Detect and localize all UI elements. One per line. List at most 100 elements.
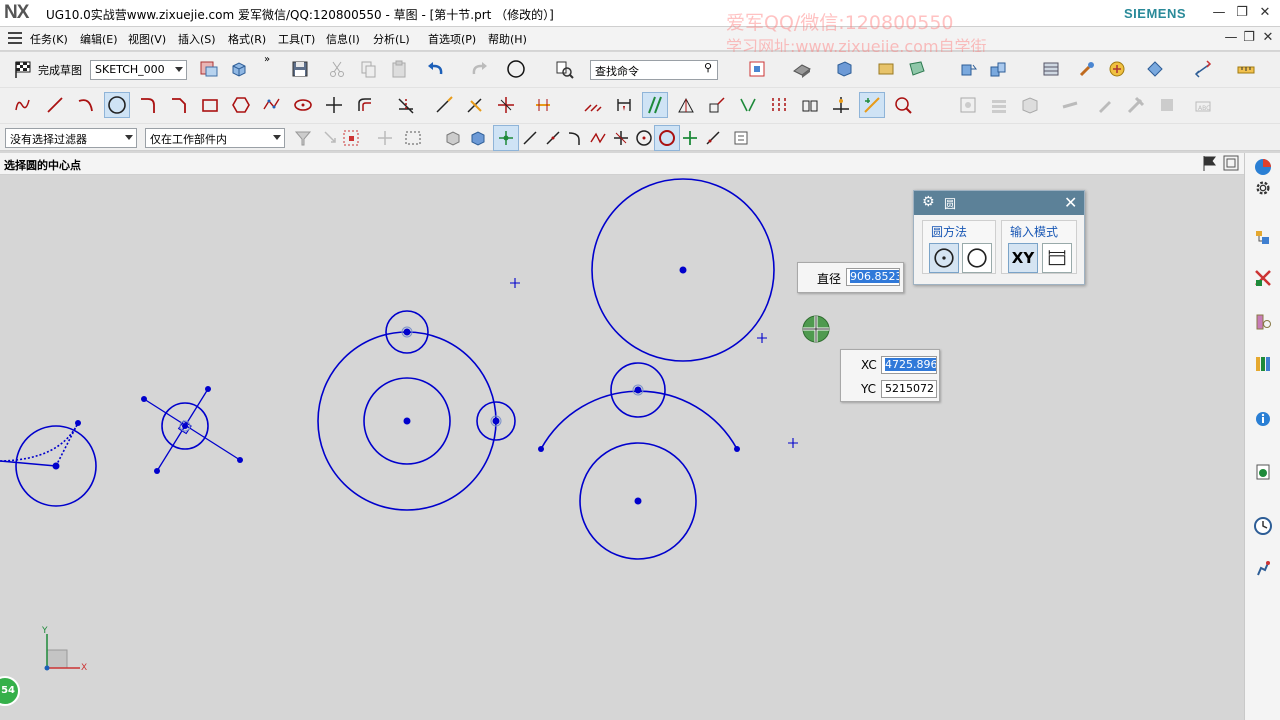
- command-search-input[interactable]: 查找命令 ⚲: [590, 60, 718, 80]
- continuous-auto-dimension-icon[interactable]: [859, 92, 885, 118]
- disabled-tool-1-icon[interactable]: [955, 92, 981, 118]
- make-corner-icon[interactable]: [462, 92, 488, 118]
- rectangle-icon[interactable]: [197, 92, 223, 118]
- yc-input[interactable]: 5215072: [881, 380, 937, 398]
- reuse-library-icon[interactable]: [1251, 352, 1275, 376]
- circle-icon[interactable]: [104, 92, 130, 118]
- inferred-constraint-icon[interactable]: [828, 92, 854, 118]
- history-icon[interactable]: [1251, 460, 1275, 484]
- rectangle-select-icon[interactable]: [400, 125, 426, 151]
- point-icon[interactable]: [321, 92, 347, 118]
- settings-icon[interactable]: [1251, 176, 1275, 200]
- alternate-solution-icon[interactable]: [797, 92, 823, 118]
- clock-icon[interactable]: [1251, 514, 1275, 538]
- diameter-input[interactable]: 906.8523: [846, 268, 900, 286]
- menu-format[interactable]: 格式(R): [228, 31, 266, 47]
- command-finder-icon[interactable]: [551, 56, 577, 82]
- disabled-tool-5-icon[interactable]: [1092, 92, 1118, 118]
- shaded-view-icon[interactable]: [789, 56, 815, 82]
- undo-icon[interactable]: [423, 56, 449, 82]
- fullscreen-icon[interactable]: [1221, 153, 1241, 173]
- menu-analysis[interactable]: 分析(L): [373, 31, 410, 47]
- pattern-curve-icon[interactable]: [580, 92, 606, 118]
- mirror-curve-icon[interactable]: [530, 92, 556, 118]
- disabled-tool-2-icon[interactable]: [986, 92, 1012, 118]
- offset-curve-icon[interactable]: [352, 92, 378, 118]
- part-navigator-icon[interactable]: [1251, 226, 1275, 250]
- dialog-close-icon[interactable]: ✕: [1064, 193, 1077, 212]
- polygon-icon[interactable]: [228, 92, 254, 118]
- gear-icon[interactable]: ⚙: [922, 194, 935, 210]
- ellipse-icon[interactable]: [290, 92, 316, 118]
- dimension-icon[interactable]: [1190, 56, 1216, 82]
- analysis-icon[interactable]: [1104, 56, 1130, 82]
- doc-close-button[interactable]: ✕: [1257, 28, 1279, 48]
- make-symmetric-icon[interactable]: [735, 92, 761, 118]
- constraint-navigator-icon[interactable]: [1251, 310, 1275, 334]
- quick-extend-icon[interactable]: [431, 92, 457, 118]
- auto-constrain-icon[interactable]: [673, 92, 699, 118]
- studio-spline-icon[interactable]: [259, 92, 285, 118]
- save-icon[interactable]: [287, 56, 313, 82]
- select-body-icon[interactable]: [440, 125, 466, 151]
- filter-settings-icon[interactable]: [290, 125, 316, 151]
- redo-icon[interactable]: [466, 56, 492, 82]
- finish-sketch-icon[interactable]: [10, 56, 36, 82]
- roles-icon[interactable]: [1251, 556, 1275, 580]
- snap-icon[interactable]: [1142, 56, 1168, 82]
- snap-point-on-curve-icon[interactable]: [700, 125, 726, 151]
- disabled-tool-4-icon[interactable]: [1057, 92, 1083, 118]
- corner-icon[interactable]: [493, 92, 519, 118]
- menu-preferences[interactable]: 首选项(P): [428, 31, 476, 47]
- dialog-header[interactable]: ⚙ 圆 ✕: [914, 191, 1084, 215]
- assembly-navigator-icon[interactable]: [1251, 266, 1275, 290]
- sketch-relations-icon[interactable]: [890, 92, 916, 118]
- disabled-tool-6-icon[interactable]: [1123, 92, 1149, 118]
- menu-task[interactable]: 任务(K): [30, 31, 68, 47]
- parameter-mode-button[interactable]: [1042, 243, 1072, 273]
- copy-icon[interactable]: [355, 56, 381, 82]
- reattach-sketch-icon[interactable]: [196, 56, 222, 82]
- assembly-icon[interactable]: [1038, 56, 1064, 82]
- type-filter-select[interactable]: 没有选择过滤器: [5, 128, 137, 148]
- menu-insert[interactable]: 插入(S): [178, 31, 216, 47]
- disabled-tool-3-icon[interactable]: [1017, 92, 1043, 118]
- rapid-dimension-icon[interactable]: [611, 92, 637, 118]
- circle-command-icon[interactable]: [503, 56, 529, 82]
- center-diameter-button[interactable]: [929, 243, 959, 273]
- menu-edit[interactable]: 编辑(E): [80, 31, 118, 47]
- paste-icon[interactable]: [386, 56, 412, 82]
- xy-mode-button[interactable]: XY: [1008, 243, 1038, 273]
- restore-button[interactable]: ❐: [1231, 3, 1253, 23]
- cut-icon[interactable]: [324, 56, 350, 82]
- deselect-icon[interactable]: [372, 125, 398, 151]
- menu-info[interactable]: 信息(I): [326, 31, 360, 47]
- render-style-icon[interactable]: [831, 56, 857, 82]
- information-icon[interactable]: [1251, 406, 1275, 430]
- orient-view-icon[interactable]: [226, 56, 252, 82]
- more-chevron-icon[interactable]: »: [264, 54, 270, 65]
- snap-surface-icon[interactable]: [728, 125, 754, 151]
- quick-trim-icon[interactable]: [393, 92, 419, 118]
- arc-icon[interactable]: [73, 92, 99, 118]
- select-face-icon[interactable]: [465, 125, 491, 151]
- menu-tools[interactable]: 工具(T): [278, 31, 315, 47]
- feature-icon[interactable]: [955, 56, 981, 82]
- finish-sketch-label[interactable]: 完成草图: [38, 62, 82, 78]
- tools-icon[interactable]: [1074, 56, 1100, 82]
- three-point-button[interactable]: [962, 243, 992, 273]
- extrude-icon[interactable]: [985, 56, 1011, 82]
- menu-help[interactable]: 帮助(H): [488, 31, 527, 47]
- measure-icon[interactable]: [1233, 56, 1259, 82]
- minimize-button[interactable]: —: [1208, 3, 1230, 23]
- disabled-tool-7-icon[interactable]: [1154, 92, 1180, 118]
- wcs-icon[interactable]: [904, 56, 930, 82]
- fit-view-icon[interactable]: [744, 56, 770, 82]
- layer-icon[interactable]: [873, 56, 899, 82]
- flag-icon[interactable]: [1200, 153, 1220, 173]
- fillet-icon[interactable]: [135, 92, 161, 118]
- selection-scope-select[interactable]: 仅在工作部件内: [145, 128, 285, 148]
- snap-point-settings-icon[interactable]: [338, 125, 364, 151]
- display-constraint-icon[interactable]: [704, 92, 730, 118]
- close-button[interactable]: ✕: [1254, 3, 1276, 23]
